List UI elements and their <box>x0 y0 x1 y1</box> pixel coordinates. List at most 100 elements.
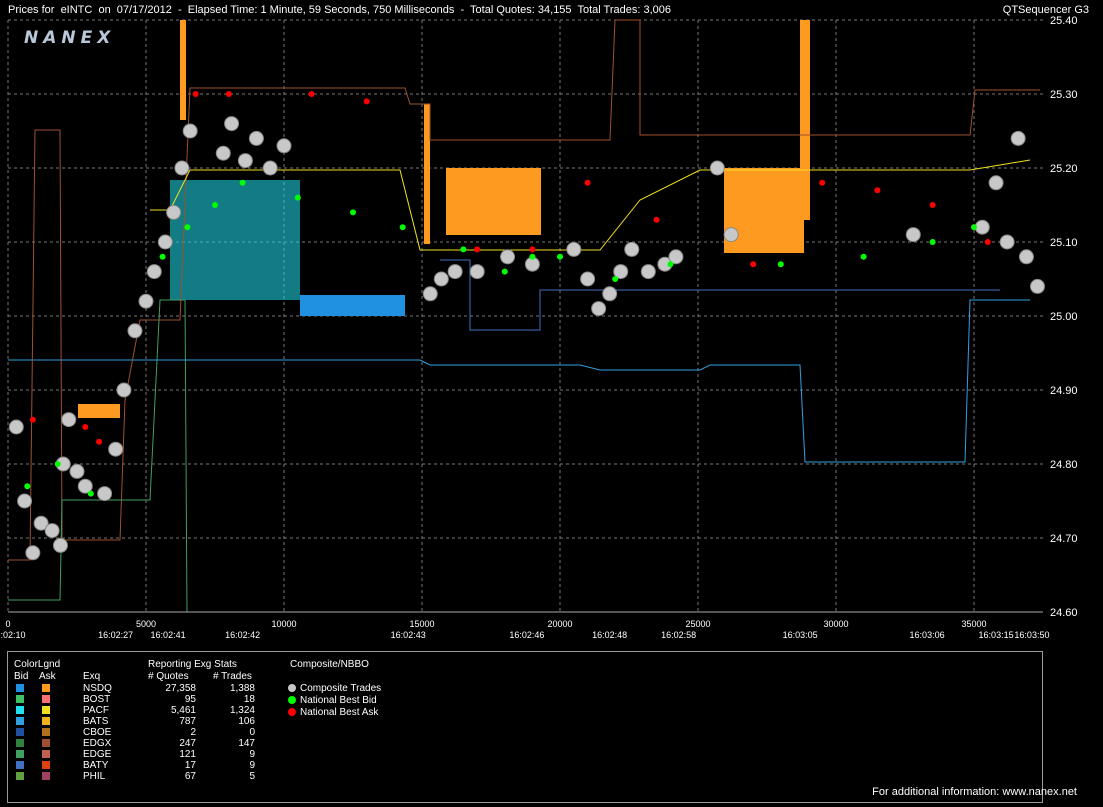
exchange-quotes: 17 <box>184 760 196 771</box>
bid-color-swatch <box>16 695 24 703</box>
bid-point <box>667 261 674 268</box>
ask-color-swatch <box>42 684 50 692</box>
trade-point <box>1018 249 1034 265</box>
y-tick-label: 24.70 <box>1050 533 1078 545</box>
stats-title: Reporting Exg Stats <box>148 659 237 670</box>
ask-point <box>82 424 89 430</box>
trade-point <box>44 523 60 539</box>
ask-color-swatch <box>42 717 50 725</box>
trade-point <box>999 234 1015 250</box>
time-tick-label: 16:02:10 <box>0 630 26 640</box>
trade-point <box>8 419 24 435</box>
exchange-name: PHIL <box>83 771 106 782</box>
trade-point <box>1029 278 1045 294</box>
time-tick-label: 16:02:41 <box>151 630 186 640</box>
time-tick-label: 16:02:27 <box>98 630 133 640</box>
y-axis: 25.40 25.30 25.20 25.10 25.00 24.90 24.80 24.70… <box>1050 15 1078 619</box>
trade-point <box>580 271 596 287</box>
ask-color-swatch <box>42 761 50 769</box>
bid-point <box>212 202 218 208</box>
time-tick-label: 16:03:15 <box>979 630 1014 640</box>
x-tick-label: 20000 <box>547 619 572 629</box>
ask-point <box>192 91 199 97</box>
nsdq-bid-block <box>300 295 405 316</box>
exchange-name: EDGE <box>83 749 112 760</box>
time-tick-label: 16:02:58 <box>661 630 696 640</box>
trade-point <box>433 271 449 287</box>
trade-point <box>602 286 618 302</box>
y-tick-label: 24.80 <box>1050 459 1078 471</box>
ask-point <box>750 261 757 268</box>
x-tick-label: 25000 <box>685 619 710 629</box>
trade-point <box>262 160 278 176</box>
trade-point <box>591 301 607 317</box>
ask-label: Ask <box>39 671 56 682</box>
ask-point <box>584 179 591 186</box>
trade-point <box>988 175 1004 191</box>
ask-point <box>984 239 991 245</box>
trade-point <box>138 293 154 309</box>
y-tick-label: 24.90 <box>1050 385 1078 397</box>
bid-color-swatch <box>16 772 24 780</box>
trade-point <box>248 130 264 146</box>
composite-label: Composite Trades <box>300 683 382 694</box>
trade-point <box>108 441 124 457</box>
bid-color-swatch <box>16 761 24 769</box>
bid-point <box>612 276 619 282</box>
time-tick-label: 16:02:46 <box>509 630 544 640</box>
ask-color-swatch <box>42 706 50 714</box>
ask-color-swatch <box>42 750 50 758</box>
ask-point <box>363 98 370 105</box>
exchange-trades: 147 <box>238 738 255 749</box>
nsdq-ask-col-3 <box>424 104 430 244</box>
bid-point <box>184 224 191 231</box>
ask-color-swatch <box>42 739 50 747</box>
trade-point <box>69 463 85 479</box>
x-axis: 0 5000 10000 15000 20000 25000 30000 35000 16:02… <box>0 611 1049 640</box>
trade-point <box>500 249 516 265</box>
composite-color-dot <box>288 684 296 692</box>
exg-column-header: Exq <box>83 671 101 682</box>
x-tick-label: 30000 <box>823 619 848 629</box>
exchange-trades: 18 <box>243 694 255 705</box>
ask-point <box>29 416 36 423</box>
exchange-quotes: 247 <box>179 738 196 749</box>
trade-point <box>174 160 190 176</box>
bid-point <box>54 461 61 467</box>
price-chart: 25.40 25.30 25.20 25.10 25.00 24.90 24.80 24.70… <box>0 15 1078 640</box>
ask-stack-early <box>78 404 120 418</box>
trade-point <box>166 204 182 220</box>
composite-title: Composite/NBBO <box>290 659 369 670</box>
x-tick-label: 10000 <box>271 619 296 629</box>
bid-color-swatch <box>16 728 24 736</box>
exchange-quotes: 95 <box>184 694 196 705</box>
exchange-quotes: 787 <box>179 716 196 727</box>
trade-point <box>422 286 438 302</box>
x-tick-label: 5000 <box>136 619 156 629</box>
ask-color-swatch <box>42 772 50 780</box>
ask-point <box>96 438 103 445</box>
trade-point <box>116 382 132 398</box>
bid-point <box>529 253 536 260</box>
bid-point <box>159 253 166 260</box>
trade-point <box>566 241 582 257</box>
bid-point <box>860 253 867 260</box>
exchange-trades: 0 <box>249 727 255 738</box>
time-tick-label: 16:03:50 <box>1014 630 1049 640</box>
exchange-trades: 1,388 <box>229 683 255 694</box>
exchange-name: BATY <box>83 760 109 771</box>
trade-point <box>709 160 725 176</box>
ask-point <box>308 91 315 97</box>
trade-point <box>17 493 33 509</box>
trade-point <box>276 138 292 154</box>
exchange-name: NSDQ <box>83 683 112 694</box>
ask-point <box>474 246 481 253</box>
time-tick-label: 16:02:48 <box>592 630 627 640</box>
y-tick-label: 25.10 <box>1050 237 1078 249</box>
trade-point <box>237 153 253 169</box>
bid-point <box>501 268 508 275</box>
trade-point <box>640 264 656 280</box>
exchange-name: BOST <box>83 694 111 705</box>
pacf-bid-area <box>170 180 300 300</box>
nsdq-ask-col-2 <box>180 20 186 120</box>
